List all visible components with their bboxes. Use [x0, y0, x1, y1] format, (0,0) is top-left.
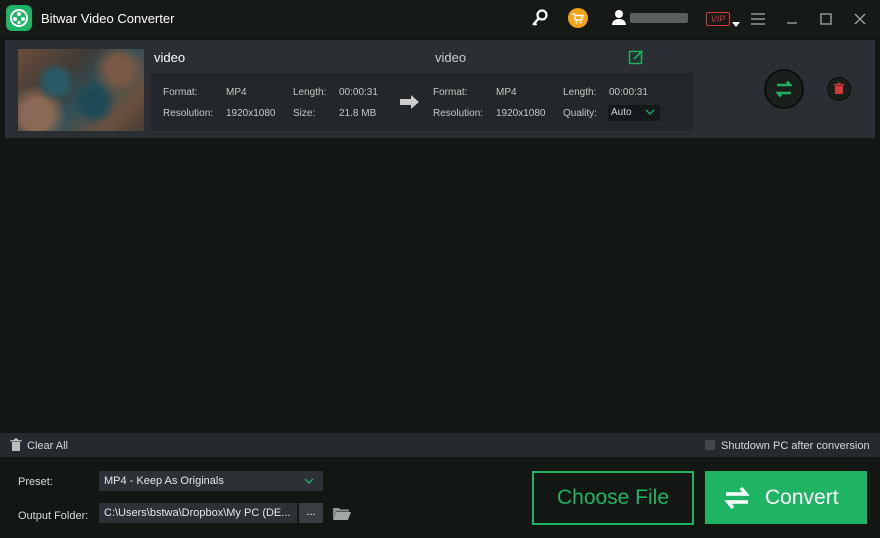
output-resolution-label: Resolution: [433, 108, 484, 119]
edit-icon[interactable] [628, 49, 644, 70]
convert-label: Convert [765, 486, 839, 509]
arrow-right-icon [400, 95, 420, 114]
user-icon[interactable] [611, 8, 627, 33]
convert-single-button[interactable] [764, 69, 804, 109]
delete-file-button[interactable] [827, 77, 851, 101]
output-folder-field[interactable]: C:\Users\bstwa\Dropbox\My PC (DE... [99, 503, 297, 523]
source-resolution-label: Resolution: [163, 108, 214, 119]
key-icon[interactable] [530, 8, 550, 33]
close-icon[interactable] [850, 9, 870, 29]
source-file-name: video [154, 50, 186, 65]
output-file-name: video [435, 50, 467, 65]
output-folder-value: C:\Users\bstwa\Dropbox\My PC (DE... [104, 507, 291, 519]
source-size-value: 21.8 MB [339, 108, 377, 119]
source-length-value: 00:00:31 [339, 87, 378, 98]
source-format-label: Format: [163, 87, 198, 98]
video-thumbnail [18, 49, 144, 131]
output-format-value: MP4 [496, 87, 517, 98]
file-info-panel: Format: MP4 Length: 00:00:31 Resolution:… [151, 73, 693, 131]
cart-icon[interactable] [567, 7, 589, 34]
output-folder-label: Output Folder: [18, 510, 89, 522]
output-resolution-value: 1920x1080 [496, 108, 546, 119]
shutdown-checkbox[interactable] [705, 440, 715, 450]
minimize-icon[interactable] [782, 9, 802, 29]
app-logo-icon [6, 5, 32, 31]
convert-arrows-icon [724, 486, 750, 510]
convert-arrows-icon [775, 80, 793, 98]
output-settings-panel: Preset: MP4 - Keep As Originals Output F… [0, 457, 880, 538]
file-item[interactable]: video video Format: MP4 Length: 00:00:31… [5, 40, 875, 138]
quality-select[interactable]: Auto [608, 105, 660, 121]
choose-file-button[interactable]: Choose File [532, 471, 694, 525]
user-name-redacted[interactable] [630, 13, 688, 23]
clear-all-button[interactable]: Clear All [10, 438, 68, 457]
trash-icon [834, 82, 844, 94]
quality-label: Quality: [563, 108, 597, 119]
quality-value: Auto [611, 107, 632, 118]
output-length-label: Length: [563, 87, 597, 98]
app-title: Bitwar Video Converter [41, 11, 175, 26]
source-size-label: Size: [293, 108, 316, 119]
convert-button[interactable]: Convert [705, 471, 867, 524]
vip-badge[interactable]: VIP [706, 12, 730, 26]
action-strip: Clear All Shutdown PC after conversion [0, 433, 880, 457]
trash-icon [10, 438, 22, 451]
preset-label: Preset: [18, 476, 53, 488]
source-length-label: Length: [293, 87, 327, 98]
chevron-down-icon [304, 478, 314, 484]
browse-button[interactable]: ... [299, 503, 323, 523]
maximize-icon[interactable] [816, 9, 836, 29]
vip-dropdown-icon[interactable] [732, 15, 740, 33]
preset-select[interactable]: MP4 - Keep As Originals [99, 471, 323, 491]
shutdown-label: Shutdown PC after conversion [721, 440, 870, 452]
output-format-label: Format: [433, 87, 468, 98]
chevron-down-icon [645, 109, 655, 115]
source-resolution-value: 1920x1080 [226, 108, 276, 119]
clear-all-label: Clear All [27, 440, 68, 452]
preset-value: MP4 - Keep As Originals [104, 475, 224, 487]
folder-icon[interactable] [333, 506, 351, 525]
title-bar: Bitwar Video Converter VIP [0, 0, 880, 37]
source-format-value: MP4 [226, 87, 247, 98]
output-length-value: 00:00:31 [609, 87, 648, 98]
menu-icon[interactable] [748, 9, 768, 29]
